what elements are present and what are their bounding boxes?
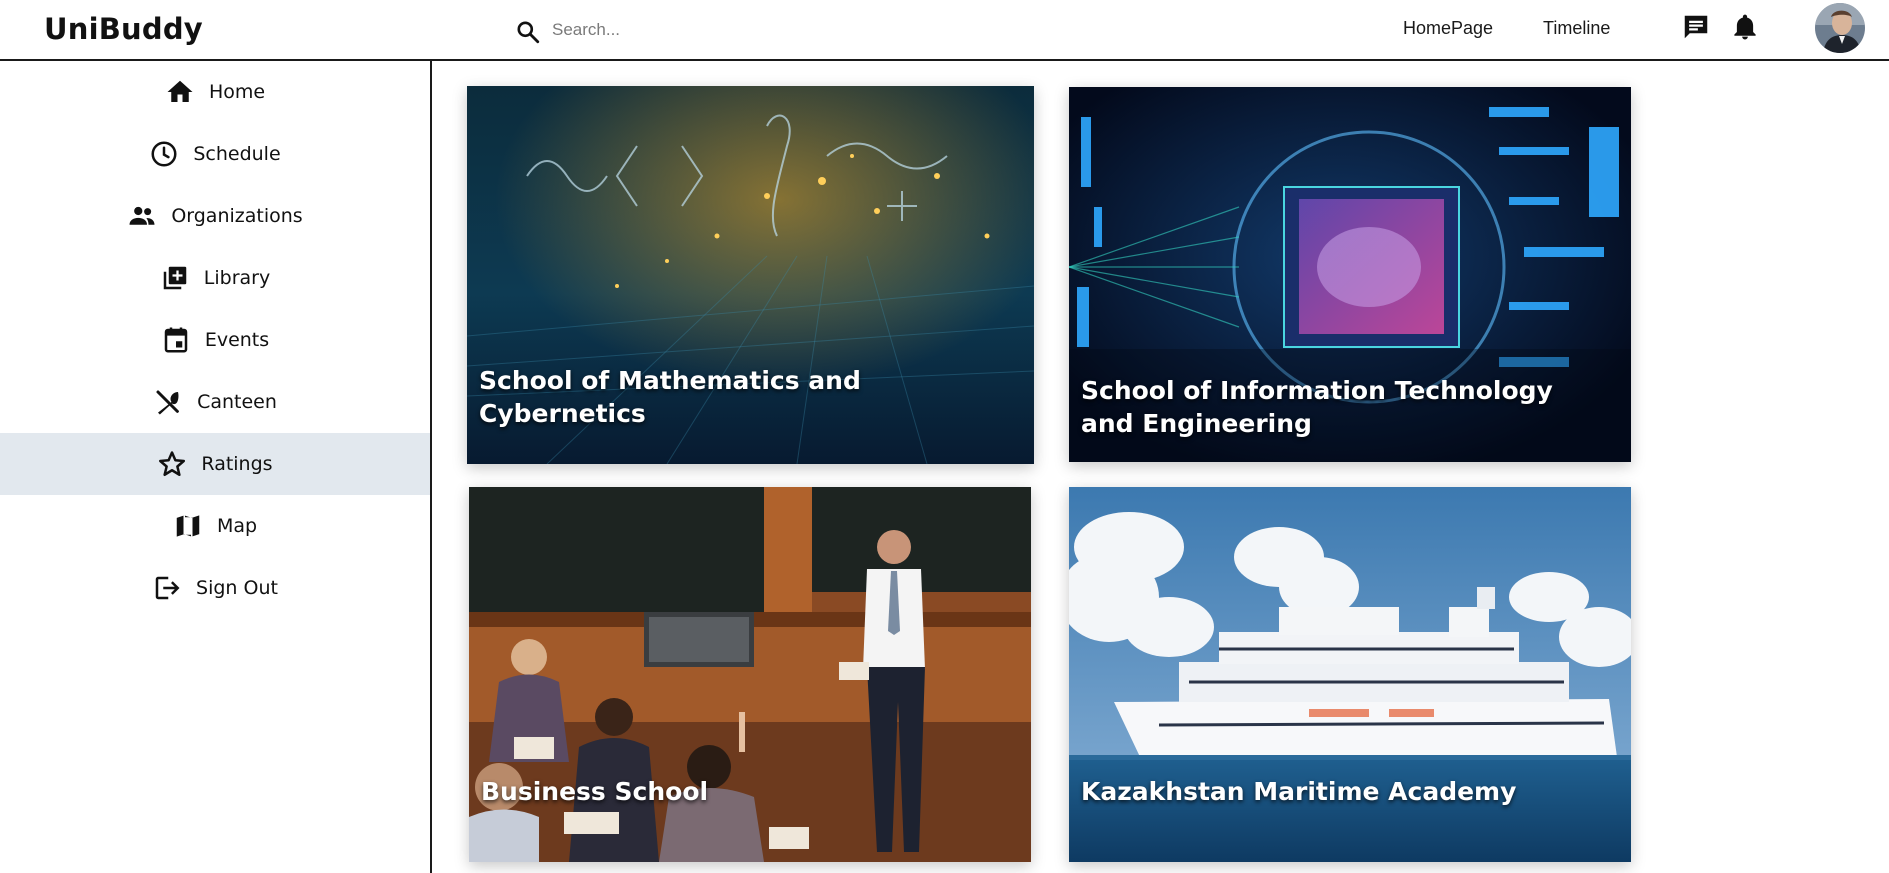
school-card-mathematics[interactable]: School of Mathematics and Cybernetics [467, 86, 1034, 464]
cutlery-icon [156, 390, 179, 415]
top-bar: UniBuddy HomePage Timeline [0, 0, 1889, 61]
sidebar-item-events[interactable]: Events [0, 309, 430, 371]
sign-out-icon [155, 576, 180, 600]
school-title: School of Information Technology and Eng… [1081, 376, 1553, 438]
sidebar-item-sign-out[interactable]: Sign Out [0, 557, 430, 619]
calendar-icon [164, 327, 188, 353]
sidebar: Home Schedule Organizations Library Even… [0, 61, 432, 873]
school-card-maritime[interactable]: Kazakhstan Maritime Academy [1069, 487, 1631, 862]
sidebar-item-ratings[interactable]: Ratings [0, 433, 430, 495]
avatar-photo [1815, 3, 1865, 53]
people-icon [129, 206, 155, 225]
avatar[interactable] [1815, 3, 1865, 53]
sidebar-item-library[interactable]: Library [0, 247, 430, 309]
search-input[interactable] [552, 16, 912, 44]
sidebar-item-label: Ratings [201, 453, 273, 475]
sidebar-item-home[interactable]: Home [0, 61, 430, 123]
search-icon[interactable] [515, 19, 541, 45]
library-add-icon [163, 266, 187, 290]
clock-icon [151, 141, 177, 167]
app-logo[interactable]: UniBuddy [44, 12, 203, 46]
school-card-business[interactable]: Business School [469, 487, 1031, 862]
bell-icon[interactable] [1730, 12, 1760, 42]
school-title: Kazakhstan Maritime Academy [1081, 777, 1517, 806]
sidebar-item-label: Canteen [197, 391, 277, 413]
school-title: School of Mathematics and Cybernetics [479, 366, 861, 428]
sidebar-item-organizations[interactable]: Organizations [0, 185, 430, 247]
search-bar [512, 14, 932, 48]
sidebar-item-label: Library [203, 267, 271, 289]
sidebar-item-canteen[interactable]: Canteen [0, 371, 430, 433]
map-icon [176, 515, 200, 537]
home-icon [167, 80, 193, 102]
star-icon [159, 451, 186, 476]
sidebar-item-label: Sign Out [196, 577, 278, 599]
nav-timeline[interactable]: Timeline [1543, 18, 1610, 39]
school-card-it-engineering[interactable]: School of Information Technology and Eng… [1069, 87, 1631, 462]
sidebar-item-label: Events [204, 329, 270, 351]
sidebar-item-label: Schedule [193, 143, 281, 165]
sidebar-item-schedule[interactable]: Schedule [0, 123, 430, 185]
school-title: Business School [481, 777, 709, 806]
nav-homepage[interactable]: HomePage [1403, 18, 1493, 39]
sidebar-item-label: Organizations [171, 205, 303, 227]
message-icon[interactable] [1681, 12, 1711, 42]
sidebar-item-label: Home [208, 81, 266, 103]
sidebar-item-map[interactable]: Map [0, 495, 430, 557]
sidebar-item-label: Map [216, 515, 258, 537]
